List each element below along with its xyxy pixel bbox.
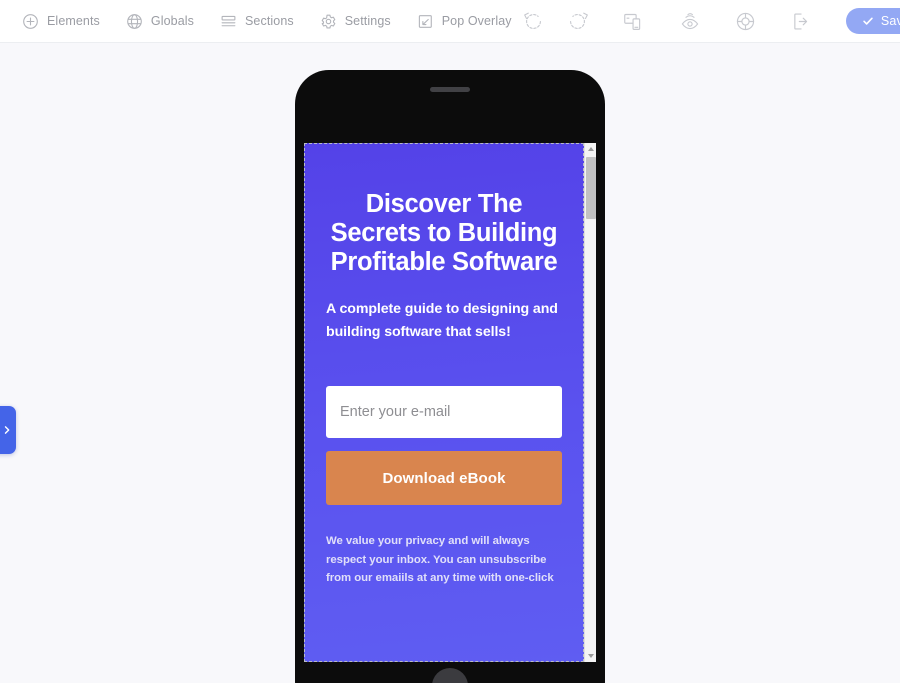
phone-speaker-grille [430, 87, 470, 92]
scrollbar-down-arrow[interactable] [585, 650, 596, 662]
plus-circle-icon [22, 13, 39, 30]
preview-eye-icon[interactable] [668, 6, 712, 36]
toolbar-item-pop-overlay[interactable]: Pop Overlay [417, 7, 512, 35]
page-scrollbar[interactable] [584, 143, 596, 662]
pop-overlay-icon [417, 13, 434, 30]
toolbar-item-pop-overlay-label: Pop Overlay [441, 14, 512, 28]
top-toolbar: Elements Globals Sections Settings Pop O… [0, 0, 900, 43]
email-field[interactable] [326, 386, 562, 438]
landing-page-content: Discover The Secrets to Building Profita… [304, 143, 584, 662]
sidebar-expand-tab[interactable] [0, 406, 16, 454]
toolbar-item-sections[interactable]: Sections [220, 7, 294, 35]
responsive-devices-icon[interactable] [612, 6, 656, 36]
stacked-rows-icon [220, 13, 237, 30]
undo-icon[interactable] [512, 6, 556, 36]
chevron-right-icon [4, 426, 10, 434]
saved-status-label: Saved [880, 14, 900, 28]
editor-canvas: Discover The Secrets to Building Profita… [0, 43, 900, 683]
redo-icon[interactable] [556, 6, 600, 36]
saved-status-button[interactable]: Saved [845, 8, 900, 34]
phone-mockup-frame: Discover The Secrets to Building Profita… [295, 70, 605, 683]
toolbar-item-globals[interactable]: Globals [126, 7, 194, 35]
toolbar-item-settings-label: Settings [344, 14, 391, 28]
toolbar-item-sections-label: Sections [245, 14, 294, 28]
home-button [432, 668, 468, 683]
toolbar-left-group: Elements Globals Sections Settings Pop O… [0, 7, 512, 35]
gear-icon [320, 13, 337, 30]
scrollbar-thumb[interactable] [586, 157, 596, 219]
toolbar-item-elements-label: Elements [47, 14, 100, 28]
toolbar-item-globals-label: Globals [150, 14, 194, 28]
page-subheadline: A complete guide to designing and buildi… [326, 301, 558, 340]
exit-icon[interactable] [780, 6, 824, 36]
download-ebook-button[interactable]: Download eBook [326, 451, 562, 505]
globe-icon [126, 13, 143, 30]
phone-screen: Discover The Secrets to Building Profita… [304, 143, 596, 662]
check-icon [863, 17, 873, 25]
toolbar-right-group: Saved [512, 6, 900, 36]
page-title: Discover The Secrets to Building Profita… [330, 190, 558, 276]
toolbar-item-settings[interactable]: Settings [320, 7, 391, 35]
privacy-note: We value your privacy and will always re… [326, 535, 554, 584]
lifebuoy-help-icon[interactable] [724, 6, 768, 36]
scrollbar-up-arrow[interactable] [585, 143, 596, 155]
toolbar-item-elements[interactable]: Elements [22, 7, 100, 35]
